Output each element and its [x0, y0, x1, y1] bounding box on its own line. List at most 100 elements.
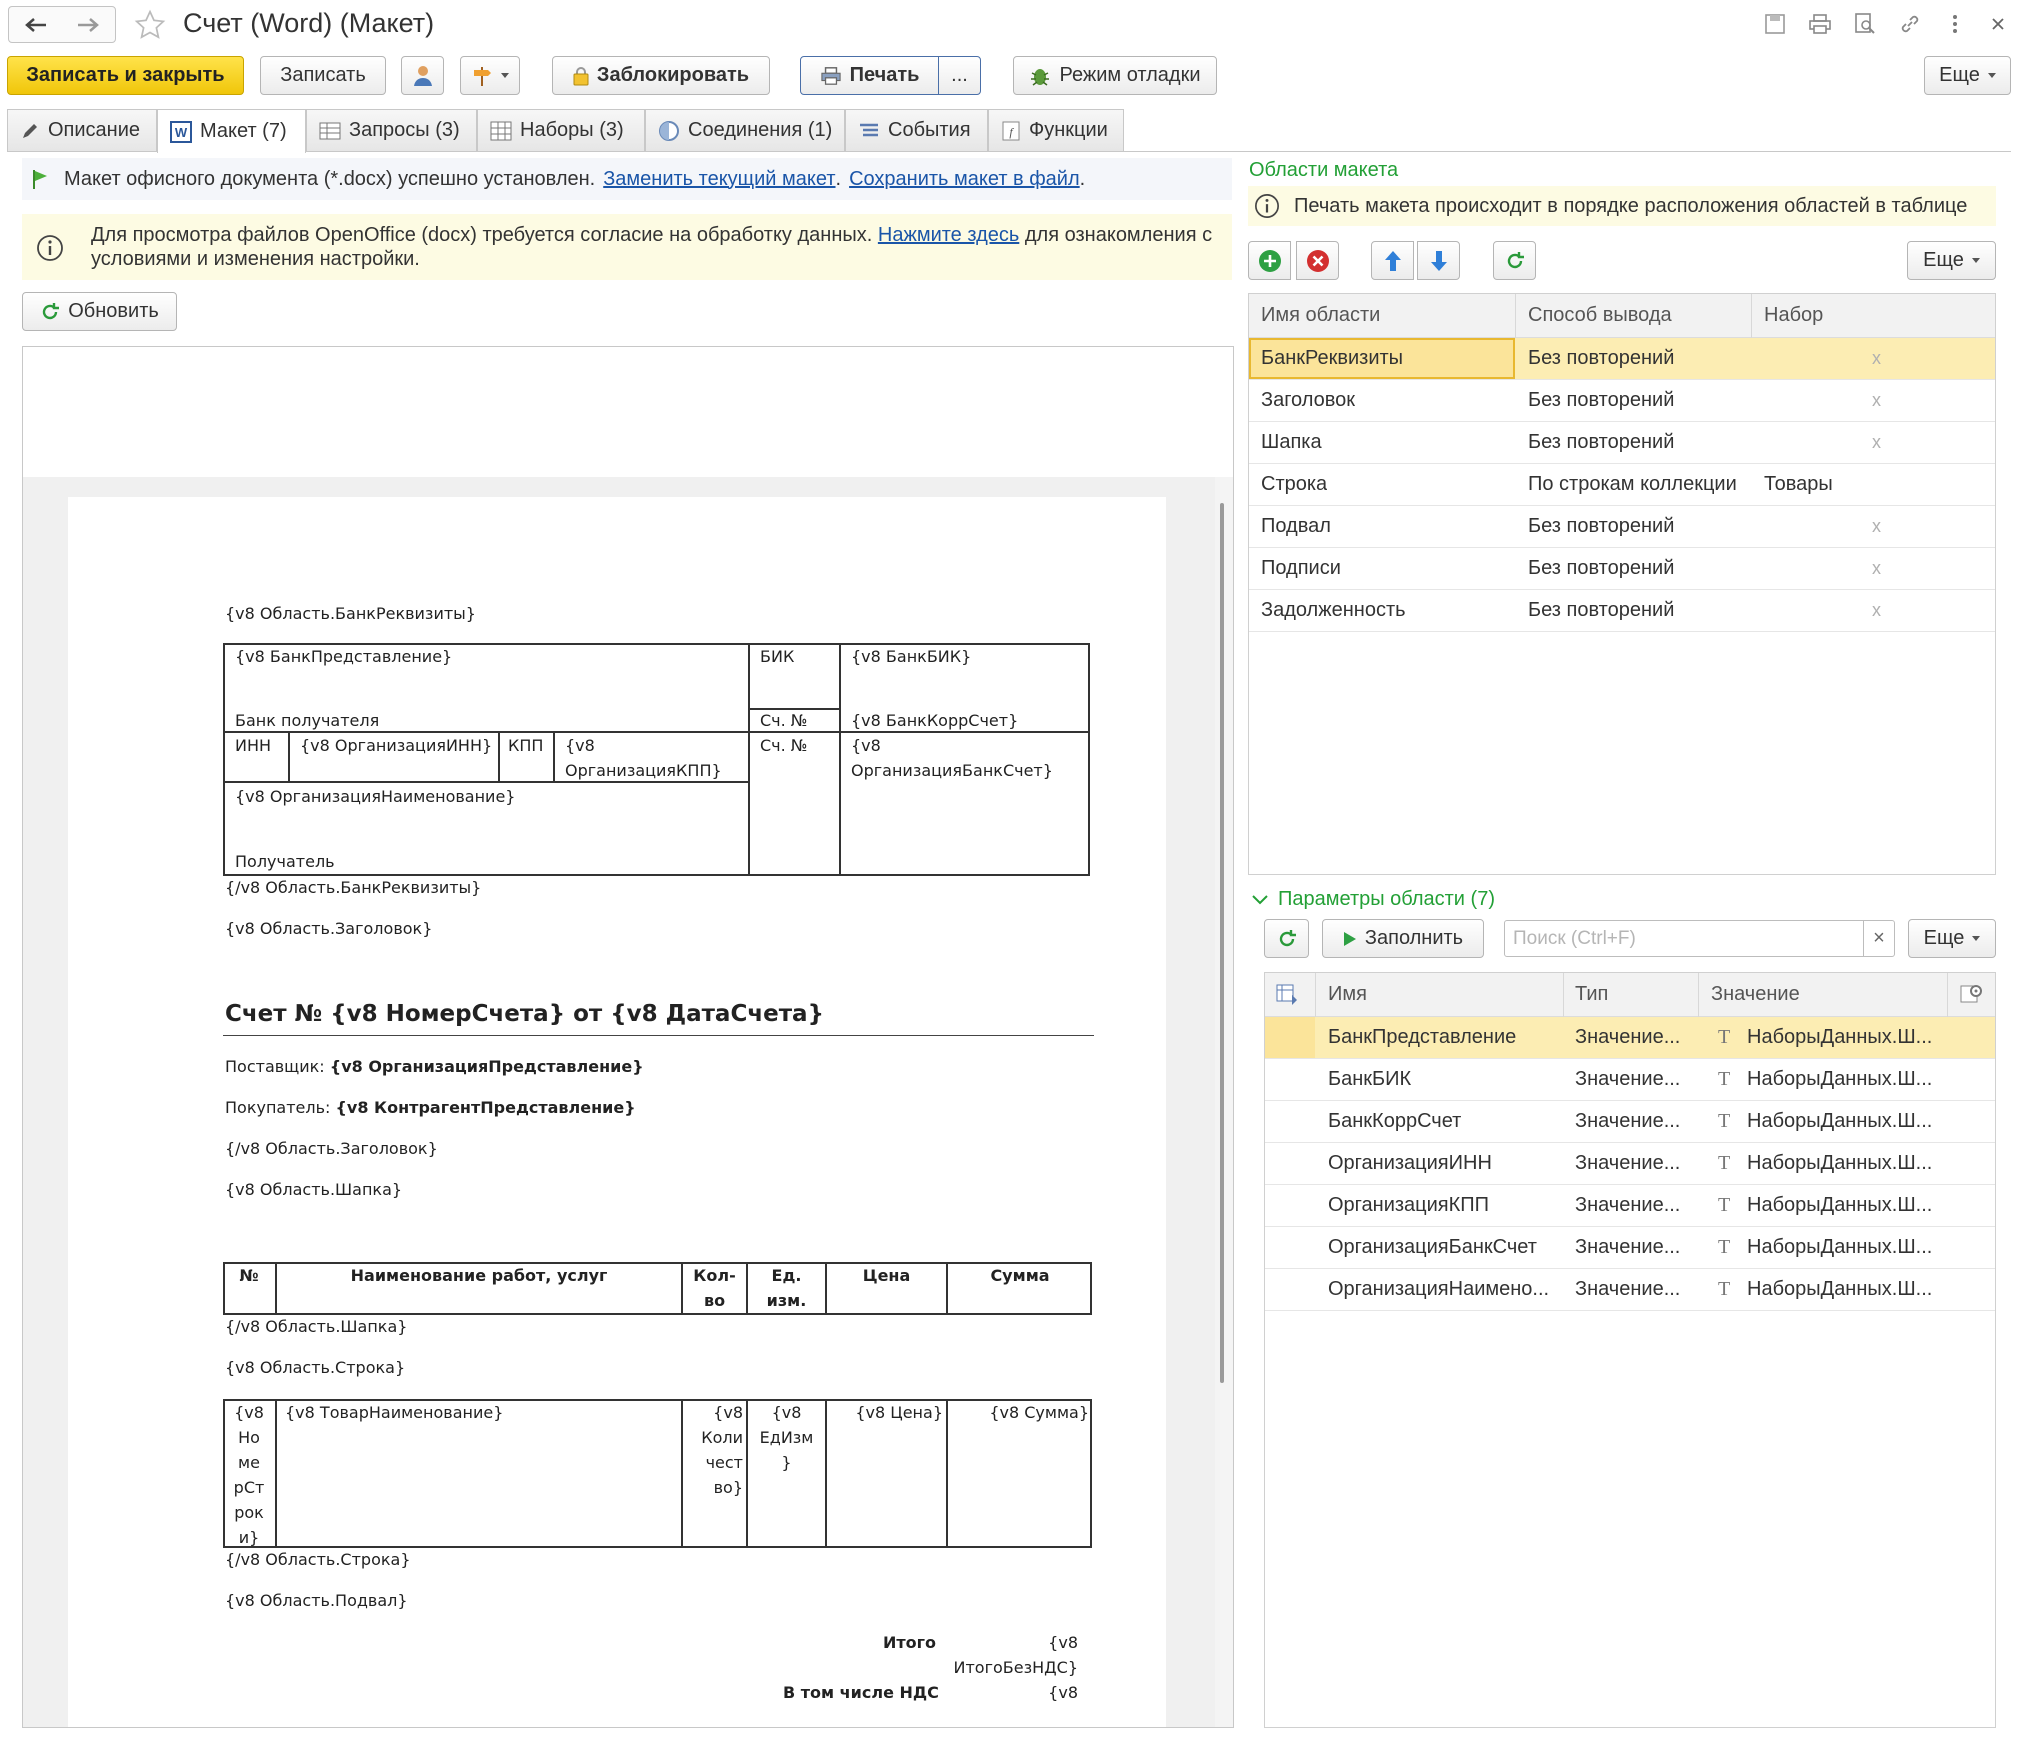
close-window-icon[interactable]: [1985, 10, 2011, 38]
param-value-cell[interactable]: НаборыДанных.Ш...: [1747, 1110, 1932, 1133]
param-value-cell[interactable]: НаборыДанных.Ш...: [1747, 1236, 1932, 1259]
viewer-scrollbar[interactable]: [1215, 477, 1233, 1727]
param-value-cell[interactable]: НаборыДанных.Ш...: [1747, 1068, 1932, 1091]
area-name-cell[interactable]: Шапка: [1261, 431, 1322, 454]
params-more-button[interactable]: Еще: [1908, 919, 1996, 958]
params-section-header[interactable]: Параметры области (7): [1252, 888, 1495, 911]
replace-layout-link[interactable]: Заменить текущий макет: [603, 168, 835, 191]
param-name-cell[interactable]: ОрганизацияБанкСчет: [1328, 1236, 1537, 1259]
table-row[interactable]: Строка По строкам коллекции Товары: [1249, 464, 1995, 506]
table-row[interactable]: БанкПредставление Значение... T НаборыДанны…: [1265, 1017, 1995, 1059]
save-layout-link[interactable]: Сохранить макет в файл: [849, 168, 1080, 191]
table-row[interactable]: БанкКоррСчет Значение... T НаборыДанных.Ш..…: [1265, 1101, 1995, 1143]
output-mode-cell[interactable]: Без повторений: [1528, 431, 1674, 454]
param-name-cell[interactable]: БанкБИК: [1328, 1068, 1411, 1091]
forward-arrow-icon[interactable]: [64, 9, 112, 40]
param-value-cell[interactable]: НаборыДанных.Ш...: [1747, 1278, 1932, 1301]
print-button[interactable]: Печать: [800, 56, 939, 95]
user-settings-button[interactable]: [401, 56, 444, 95]
param-type-cell[interactable]: Значение...: [1575, 1152, 1680, 1175]
tab-description[interactable]: Описание: [7, 109, 157, 151]
link-icon[interactable]: [1895, 10, 1925, 38]
add-area-button[interactable]: [1248, 241, 1291, 280]
favorite-star-icon[interactable]: [130, 7, 170, 43]
clear-value-icon[interactable]: x: [1872, 432, 1881, 453]
area-name-cell[interactable]: Задолженность: [1261, 599, 1406, 622]
param-type-cell[interactable]: Значение...: [1575, 1236, 1680, 1259]
move-up-button[interactable]: [1371, 241, 1414, 280]
area-name-cell[interactable]: Строка: [1261, 473, 1327, 496]
area-name-cell[interactable]: Заголовок: [1261, 389, 1355, 412]
tab-events[interactable]: События: [845, 109, 988, 151]
clear-search-button[interactable]: ×: [1863, 920, 1895, 957]
table-row[interactable]: Шапка Без повторений x: [1249, 422, 1995, 464]
fill-button[interactable]: Заполнить: [1322, 919, 1484, 958]
refresh-params-button[interactable]: [1264, 919, 1309, 958]
table-row[interactable]: ОрганизацияБанкСчет Значение... T НаборыДан…: [1265, 1227, 1995, 1269]
signature-menu-button[interactable]: [460, 56, 520, 95]
tab-queries[interactable]: Запросы (3): [306, 109, 477, 151]
table-row[interactable]: Подвал Без повторений x: [1249, 506, 1995, 548]
table-row[interactable]: БанкБИК Значение... T НаборыДанных.Ш...: [1265, 1059, 1995, 1101]
param-name-cell[interactable]: БанкПредставление: [1328, 1026, 1516, 1049]
table-settings-icon[interactable]: [1959, 983, 1983, 1005]
param-value-cell[interactable]: НаборыДанных.Ш...: [1747, 1152, 1932, 1175]
output-mode-cell[interactable]: Без повторений: [1528, 347, 1674, 370]
print-options-button[interactable]: ...: [938, 56, 981, 95]
param-value-cell[interactable]: НаборыДанных.Ш...: [1747, 1026, 1932, 1049]
param-type-cell[interactable]: Значение...: [1575, 1278, 1680, 1301]
param-type-cell[interactable]: Значение...: [1575, 1194, 1680, 1217]
table-row[interactable]: Задолженность Без повторений x: [1249, 590, 1995, 632]
move-down-button[interactable]: [1417, 241, 1460, 280]
table-row[interactable]: ОрганизацияКПП Значение... T НаборыДанных.Ш…: [1265, 1185, 1995, 1227]
back-arrow-icon[interactable]: [12, 9, 60, 40]
clear-value-icon[interactable]: x: [1872, 348, 1881, 369]
clear-value-icon[interactable]: x: [1872, 558, 1881, 579]
refresh-areas-button[interactable]: [1493, 241, 1536, 280]
table-row[interactable]: ОрганизацияИНН Значение... T НаборыДанных.Ш…: [1265, 1143, 1995, 1185]
table-row[interactable]: Заголовок Без повторений x: [1249, 380, 1995, 422]
areas-more-button[interactable]: Еще: [1907, 241, 1996, 280]
table-row[interactable]: Подписи Без повторений x: [1249, 548, 1995, 590]
viewer-scrollbar-thumb[interactable]: [1220, 503, 1224, 1383]
output-mode-cell[interactable]: Без повторений: [1528, 557, 1674, 580]
click-here-link[interactable]: Нажмите здесь: [878, 224, 1019, 246]
output-mode-cell[interactable]: По строкам коллекции: [1528, 473, 1737, 496]
tab-functions[interactable]: f Функции: [988, 109, 1124, 151]
clear-value-icon[interactable]: x: [1872, 390, 1881, 411]
more-button[interactable]: Еще: [1924, 56, 2011, 95]
save-button[interactable]: Записать: [260, 56, 386, 95]
table-row[interactable]: БанкРеквизиты Без повторений x: [1249, 338, 1995, 380]
tab-layout[interactable]: W Макет (7): [157, 109, 306, 153]
param-type-cell[interactable]: Значение...: [1575, 1110, 1680, 1133]
refresh-button[interactable]: Обновить: [22, 292, 177, 331]
debug-mode-button[interactable]: Режим отладки: [1013, 56, 1217, 95]
tab-joins[interactable]: Соединения (1): [645, 109, 845, 151]
area-name-cell[interactable]: БанкРеквизиты: [1261, 347, 1403, 370]
table-row[interactable]: ОрганизацияНаимено... Значение... T НаборыД…: [1265, 1269, 1995, 1311]
dataset-cell[interactable]: Товары: [1764, 473, 1833, 496]
output-mode-cell[interactable]: Без повторений: [1528, 515, 1674, 538]
more-vertical-icon[interactable]: [1943, 10, 1967, 38]
param-name-cell[interactable]: БанкКоррСчет: [1328, 1110, 1461, 1133]
delete-area-button[interactable]: [1296, 241, 1339, 280]
area-name-cell[interactable]: Подписи: [1261, 557, 1341, 580]
param-type-cell[interactable]: Значение...: [1575, 1068, 1680, 1091]
param-name-cell[interactable]: ОрганизацияИНН: [1328, 1152, 1492, 1175]
lock-button[interactable]: Заблокировать: [552, 56, 770, 95]
clear-value-icon[interactable]: x: [1872, 600, 1881, 621]
output-mode-cell[interactable]: Без повторений: [1528, 389, 1674, 412]
preview-icon[interactable]: [1850, 10, 1880, 38]
param-name-cell[interactable]: ОрганизацияНаимено...: [1328, 1278, 1549, 1301]
param-type-cell[interactable]: Значение...: [1575, 1026, 1680, 1049]
output-mode-cell[interactable]: Без повторений: [1528, 599, 1674, 622]
column-settings-icon[interactable]: [1275, 983, 1299, 1005]
tab-datasets[interactable]: Наборы (3): [477, 109, 645, 151]
printer-icon[interactable]: [1805, 10, 1835, 38]
area-name-cell[interactable]: Подвал: [1261, 515, 1331, 538]
params-search-input[interactable]: Поиск (Ctrl+F): [1504, 920, 1864, 957]
save-and-close-button[interactable]: Записать и закрыть: [7, 56, 244, 95]
param-name-cell[interactable]: ОрганизацияКПП: [1328, 1194, 1489, 1217]
param-value-cell[interactable]: НаборыДанных.Ш...: [1747, 1194, 1932, 1217]
clear-value-icon[interactable]: x: [1872, 516, 1881, 537]
